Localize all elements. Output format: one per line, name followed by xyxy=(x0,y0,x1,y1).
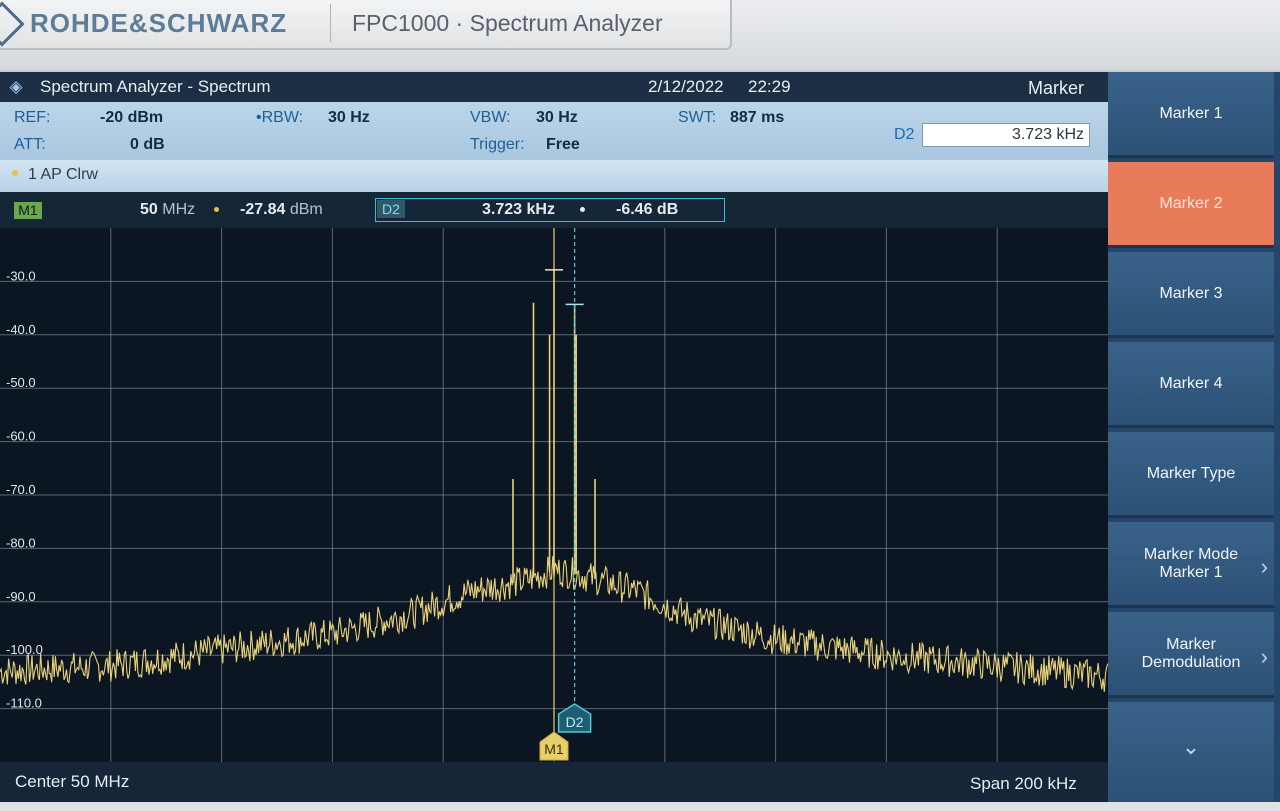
att-label: ATT: xyxy=(14,136,46,153)
parameter-bar: REF: -20 dBm ATT: 0 dB •RBW: 30 Hz VBW: … xyxy=(0,102,1108,160)
vbw-value[interactable]: 30 Hz xyxy=(536,109,578,127)
swt-label: SWT: xyxy=(678,109,717,126)
spectrum-plot[interactable]: -30.0 -40.0 -50.0 -60.0 -70.0 -80.0 -90.0 -100.… xyxy=(0,228,1108,762)
y-tick-label: -90.0 xyxy=(6,589,36,604)
y-tick-label: -110.0 xyxy=(6,696,42,711)
brand-name: ROHDE&SCHWARZ xyxy=(30,8,288,38)
softkey-4[interactable]: Marker Type xyxy=(1108,432,1274,518)
d2-frequency: 3.723 kHz xyxy=(482,201,555,218)
rbw-label: •RBW: xyxy=(256,109,304,126)
d2-level: -6.46 dB xyxy=(616,201,679,218)
softkey-label: Marker xyxy=(1166,635,1216,653)
m1-frequency-value: 50 xyxy=(140,201,158,218)
y-tick-label: -70.0 xyxy=(6,482,36,497)
chevron-down-icon[interactable]: ⌄ xyxy=(1108,702,1274,802)
device-bezel-top: ROHDE&SCHWARZ FPC1000 · Spectrum Analyze… xyxy=(0,0,1280,70)
y-tick-label: -80.0 xyxy=(6,535,36,550)
d2-dot-icon xyxy=(580,207,585,212)
brand-model: FPC1000 · Spectrum Analyzer xyxy=(352,10,663,36)
center-frequency[interactable]: Center 50 MHz xyxy=(15,772,129,792)
trace-label[interactable]: 1 AP Clrw xyxy=(28,166,98,184)
brand-separator xyxy=(330,4,331,42)
m1-frequency-unit: MHz xyxy=(162,201,196,218)
date-display: 2/12/2022 xyxy=(648,77,724,96)
y-tick-label: -60.0 xyxy=(6,429,36,444)
y-tick-label: -50.0 xyxy=(6,375,36,390)
m1-frequency: 50 MHz xyxy=(140,201,195,219)
softkey-label: Marker 4 xyxy=(1159,374,1223,392)
vbw-label: VBW: xyxy=(470,109,511,126)
softkey-0[interactable]: Marker 1 xyxy=(1108,72,1274,158)
softkey-5[interactable]: Marker Mode Marker 1 › xyxy=(1108,522,1274,608)
y-tick-label: -100.0 xyxy=(6,642,43,657)
softkey-label: Marker 2 xyxy=(1159,194,1223,212)
y-tick-label: -30.0 xyxy=(6,268,36,283)
softkey-label: Marker 1 xyxy=(1159,104,1223,122)
chevron-right-icon: › xyxy=(1260,554,1268,579)
ref-value[interactable]: -20 dBm xyxy=(100,109,163,127)
softkey-label: Marker Type xyxy=(1146,464,1236,482)
ref-label: REF: xyxy=(14,109,51,126)
time-display: 22:29 xyxy=(748,77,791,96)
softkey-label: Marker Mode xyxy=(1143,545,1239,563)
m1-level-value: -27.84 xyxy=(240,201,286,218)
d2-entry-label: D2 xyxy=(894,126,915,143)
softkey-6[interactable]: Marker Demodulation › xyxy=(1108,612,1274,698)
rbw-value[interactable]: 30 Hz xyxy=(328,109,370,127)
m1-level-unit: dBm xyxy=(289,201,323,218)
m1-dot-icon xyxy=(214,207,219,212)
trigger-label: Trigger: xyxy=(470,136,525,153)
analyzer-screen: ◈ Spectrum Analyzer - Spectrum 2/12/2022… xyxy=(0,72,1280,802)
title-bar: ◈ Spectrum Analyzer - Spectrum 2/12/2022… xyxy=(0,72,1108,102)
chevron-right-icon: › xyxy=(1260,644,1268,669)
m1-level: -27.84 dBm xyxy=(240,201,323,219)
softkey-panel: ⌄ Marker 1 Marker 2 Marker 3 Marker 4 Marker… xyxy=(1108,72,1280,802)
m1-tag[interactable]: M1 xyxy=(14,202,42,219)
rs-logo-icon xyxy=(0,1,25,47)
softkey-label: Marker 3 xyxy=(1159,284,1223,302)
menu-title: Marker xyxy=(1028,78,1085,98)
rs-logo-icon[interactable]: ◈ xyxy=(6,77,26,97)
att-value[interactable]: 0 dB xyxy=(130,136,165,154)
softkey-sublabel: Marker 1 xyxy=(1159,563,1223,581)
spectrum-svg[interactable]: -30.0 -40.0 -50.0 -60.0 -70.0 -80.0 -90.0 -100.… xyxy=(0,228,1108,762)
trigger-value[interactable]: Free xyxy=(546,136,580,154)
app-title: Spectrum Analyzer - Spectrum xyxy=(40,77,271,96)
softkey-sublabel: Demodulation xyxy=(1141,653,1241,671)
marker-readout-bar: M1 50 MHz -27.84 dBm D2 3.723 kHz -6.46 … xyxy=(0,192,1108,228)
softkey-3[interactable]: Marker 4 xyxy=(1108,342,1274,428)
trace-bar: 1 AP Clrw xyxy=(0,160,1108,192)
bottom-bar: Center 50 MHz Span 200 kHz xyxy=(0,762,1108,802)
softkey-1[interactable]: Marker 2 xyxy=(1108,162,1274,248)
softkey-2[interactable]: Marker 3 xyxy=(1108,252,1274,338)
m1-flag-label: M1 xyxy=(544,741,564,757)
trace-indicator-icon xyxy=(12,170,18,176)
brand-plate: ROHDE&SCHWARZ FPC1000 · Spectrum Analyze… xyxy=(0,0,732,50)
d2-tag[interactable]: D2 xyxy=(377,200,405,218)
device-bezel-bottom xyxy=(0,802,1280,811)
d2-flag-label: D2 xyxy=(566,714,584,730)
y-tick-label: -40.0 xyxy=(6,322,36,337)
span-value[interactable]: Span 200 kHz xyxy=(970,774,1077,794)
d2-frequency-input[interactable]: 3.723 kHz xyxy=(922,123,1090,147)
swt-value[interactable]: 887 ms xyxy=(730,109,784,127)
